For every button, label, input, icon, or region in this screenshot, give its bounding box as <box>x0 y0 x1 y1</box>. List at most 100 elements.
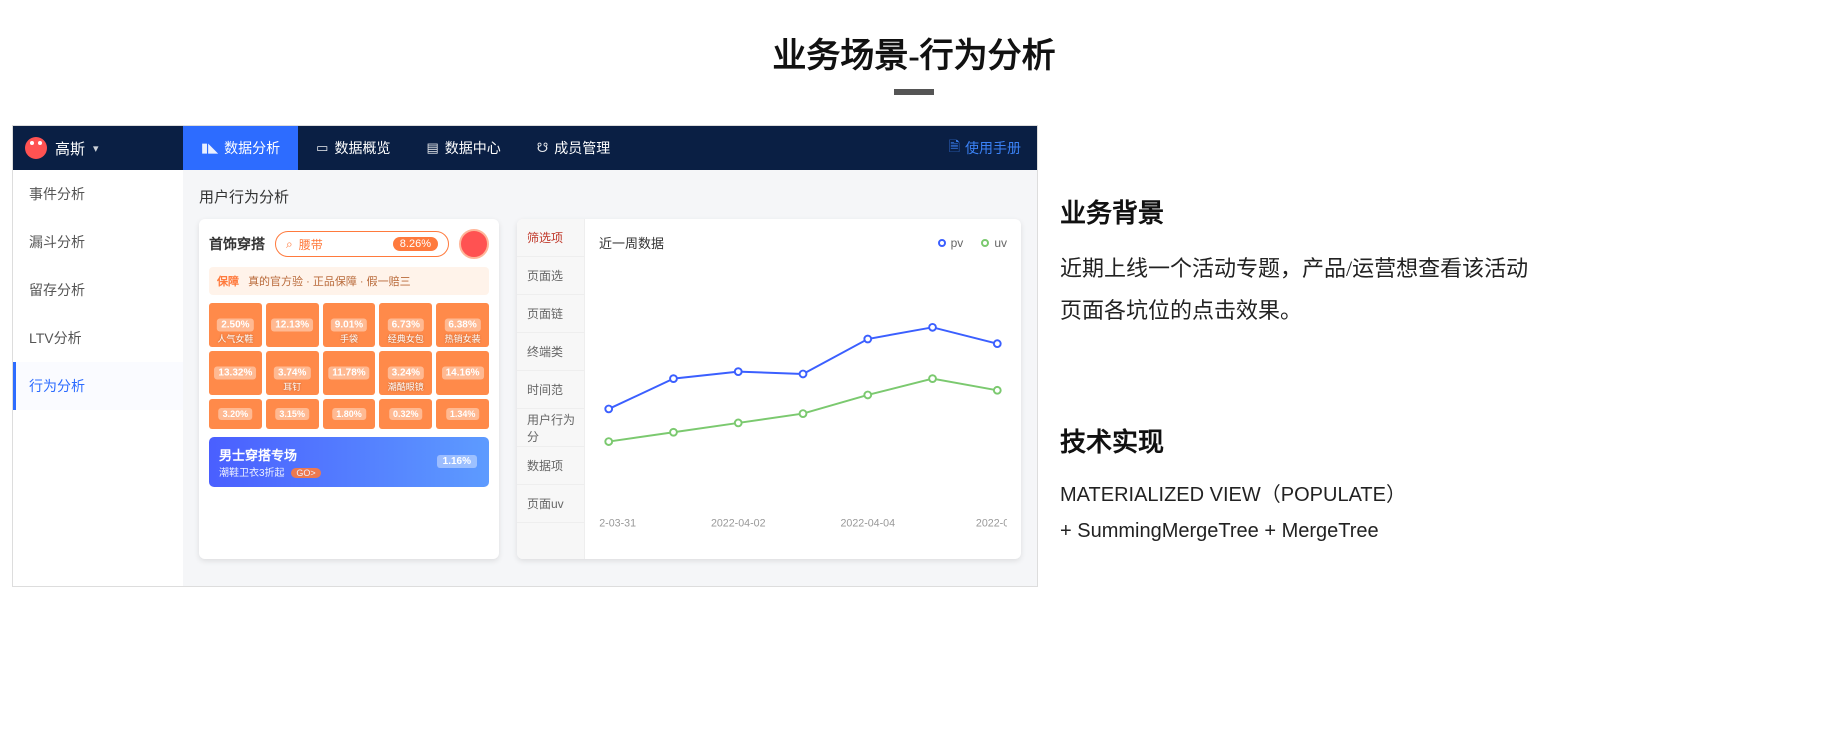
tile-label: 经典女包 <box>388 332 424 345</box>
nav-label: 数据概览 <box>334 138 390 158</box>
tile-pct: 9.01% <box>331 319 367 332</box>
heatmap-tile[interactable]: 14.16% <box>436 351 489 395</box>
sidebar-item-retention[interactable]: 留存分析 <box>13 266 183 314</box>
manual-label: 使用手册 <box>965 138 1021 158</box>
heatmap-row1: 2.50%人气女鞋12.13%9.01%手袋6.73%经典女包6.38%热销女装 <box>209 303 489 347</box>
overview-icon: ▭ <box>316 140 328 156</box>
nav-label: 数据中心 <box>445 138 501 158</box>
heatmap-tile[interactable]: 13.32% <box>209 351 262 395</box>
heatmap-tile[interactable]: 6.73%经典女包 <box>379 303 432 347</box>
heatmap-row3: 3.20% 3.15% 1.80% 0.32% 1.34% <box>209 399 489 429</box>
heatmap-tile[interactable]: 1.34% <box>436 399 489 429</box>
page-title: 用户行为分析 <box>199 186 1021 207</box>
guarantee-banner: 保障 真的官方验 · 正品保障 · 假一赔三 <box>209 267 489 295</box>
chart-left-row: 筛选项 <box>517 219 584 257</box>
sidebar-item-ltv[interactable]: LTV分析 <box>13 314 183 362</box>
brand-name: 高斯 <box>55 138 85 159</box>
tile-pct: 14.16% <box>442 367 484 380</box>
sidebar-item-funnel[interactable]: 漏斗分析 <box>13 218 183 266</box>
svg-text:2022-04-04: 2022-04-04 <box>840 517 895 529</box>
heatmap-tile[interactable]: 3.24%潮酷眼镜 <box>379 351 432 395</box>
tech-heading: 技术实现 <box>1060 422 1540 459</box>
tile-label: 人气女鞋 <box>217 332 253 345</box>
tile-pct: 2.50% <box>217 319 253 332</box>
chart-panel: 筛选项页面选页面链终端类时间范用户行为分数据项页面uv 近一周数据 pv uv … <box>517 219 1021 559</box>
manual-link[interactable]: 🗎 使用手册 <box>949 136 1037 160</box>
tile-pct: 6.38% <box>444 319 480 332</box>
sidebar-item-event[interactable]: 事件分析 <box>13 170 183 218</box>
svg-text:2022-03-31: 2022-03-31 <box>599 517 636 529</box>
search-icon: ⌕ <box>286 237 293 252</box>
heatmap-tile[interactable]: 11.78% <box>323 351 376 395</box>
chart-title: 近一周数据 <box>599 233 664 252</box>
tile-label: 潮酷眼镜 <box>388 380 424 393</box>
chart-icon: ▮◣ <box>201 140 218 156</box>
bg-heading: 业务背景 <box>1060 193 1540 230</box>
heatmap-tile[interactable]: 3.20% <box>209 399 262 429</box>
heatmap-tile[interactable]: 0.32% <box>379 399 432 429</box>
promo-banner[interactable]: 男士穿搭专场 潮鞋卫衣3折起 GO> 1.16% <box>209 437 489 487</box>
doc-icon: 🗎 <box>949 136 960 160</box>
tech-line1: MATERIALIZED VIEW（POPULATE） <box>1060 477 1540 513</box>
chart-left-row: 页面选 <box>517 257 584 295</box>
avatar-icon[interactable] <box>459 229 489 259</box>
heatmap-tile[interactable]: 1.80% <box>323 399 376 429</box>
tile-pct: 3.15% <box>275 408 309 420</box>
tile-pct: 13.32% <box>214 367 256 380</box>
heatmap-tile[interactable]: 3.74%耳钉 <box>266 351 319 395</box>
bg-text: 近期上线一个活动专题，产品/运营想查看该活动页面各坑位的点击效果。 <box>1060 248 1540 332</box>
nav-data-center[interactable]: ▤ 数据中心 <box>408 126 518 170</box>
heatmap-panel: 首饰穿搭 ⌕ 腰带 8.26% 保障 真的官方验 · 正品保障 · 假一赔三 2… <box>199 219 499 559</box>
heatmap-tile[interactable]: 2.50%人气女鞋 <box>209 303 262 347</box>
heatmap-tile[interactable]: 9.01%手袋 <box>323 303 376 347</box>
promo-pct: 1.16% <box>437 455 477 468</box>
tile-pct: 12.13% <box>271 319 313 332</box>
nav-label: 数据分析 <box>224 138 280 158</box>
chevron-down-icon: ▾ <box>93 142 99 155</box>
svg-text:2022-04-02: 2022-04-02 <box>711 517 766 529</box>
chart-left-row: 页面uv <box>517 485 584 523</box>
nav-data-analysis[interactable]: ▮◣ 数据分析 <box>183 126 298 170</box>
sidebar-item-behavior[interactable]: 行为分析 <box>13 362 183 410</box>
nav-label: 成员管理 <box>554 138 610 158</box>
search-bubble: 8.26% <box>393 237 438 251</box>
heatmap-tile[interactable]: 3.15% <box>266 399 319 429</box>
chart-panel-leftcol: 筛选项页面选页面链终端类时间范用户行为分数据项页面uv <box>517 219 585 559</box>
title-underline <box>894 89 934 95</box>
heatmap-tile[interactable]: 12.13% <box>266 303 319 347</box>
banner-tag: 保障 <box>217 276 239 288</box>
line-chart: 2022-03-31 2022-04-02 2022-04-04 2022-04- <box>599 260 1007 540</box>
chart-left-row: 用户行为分 <box>517 409 584 447</box>
sidebar: 事件分析 漏斗分析 留存分析 LTV分析 行为分析 <box>13 170 183 586</box>
heatmap-tile[interactable]: 6.38%热销女装 <box>436 303 489 347</box>
slide-title: 业务场景-行为分析 <box>0 0 1828 77</box>
tile-label: 耳钉 <box>283 380 301 393</box>
tile-label: 热销女装 <box>445 332 481 345</box>
brand[interactable]: 高斯 ▾ <box>13 126 183 170</box>
nav-members[interactable]: ☋ 成员管理 <box>519 126 629 170</box>
datacenter-icon: ▤ <box>426 140 438 156</box>
app-window: 高斯 ▾ ▮◣ 数据分析 ▭ 数据概览 ▤ 数据中心 ☋ 成员管理 🗎 使用手册… <box>12 125 1038 587</box>
search-input[interactable]: ⌕ 腰带 8.26% <box>275 231 449 257</box>
promo-go: GO> <box>291 468 320 478</box>
tile-pct: 3.24% <box>388 367 424 380</box>
svg-text:2022-04-: 2022-04- <box>976 517 1007 529</box>
heatmap-row2: 13.32%3.74%耳钉11.78%3.24%潮酷眼镜14.16% <box>209 351 489 395</box>
tile-pct: 1.80% <box>332 408 366 420</box>
right-column: 业务背景 近期上线一个活动专题，产品/运营想查看该活动页面各坑位的点击效果。 技… <box>1060 193 1540 549</box>
brand-logo-icon <box>25 137 47 159</box>
tile-pct: 6.73% <box>388 319 424 332</box>
tech-line2: + SummingMergeTree + MergeTree <box>1060 513 1540 549</box>
members-icon: ☋ <box>537 140 549 156</box>
banner-text: 真的官方验 · 正品保障 · 假一赔三 <box>248 276 411 288</box>
topbar: 高斯 ▾ ▮◣ 数据分析 ▭ 数据概览 ▤ 数据中心 ☋ 成员管理 🗎 使用手册 <box>13 126 1037 170</box>
chart-left-row: 页面链 <box>517 295 584 333</box>
heatmap-title: 首饰穿搭 <box>209 234 265 254</box>
tile-pct: 0.32% <box>389 408 423 420</box>
nav-data-overview[interactable]: ▭ 数据概览 <box>298 126 408 170</box>
chart-left-row: 数据项 <box>517 447 584 485</box>
legend-uv[interactable]: uv <box>981 236 1007 250</box>
tile-pct: 3.20% <box>219 408 253 420</box>
search-placeholder: 腰带 <box>299 236 323 253</box>
legend-pv[interactable]: pv <box>938 236 964 250</box>
